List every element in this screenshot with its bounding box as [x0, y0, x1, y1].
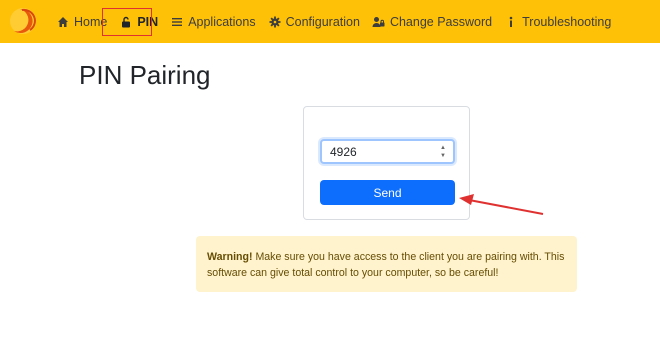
- nav-item-label: Home: [74, 14, 108, 29]
- nav-item-pin[interactable]: PIN: [113, 0, 164, 43]
- warning-alert: Warning! Make sure you have access to th…: [196, 236, 577, 292]
- nav-item-applications[interactable]: Applications: [164, 0, 261, 43]
- pin-form-card: ▲ ▼ Send: [303, 106, 470, 220]
- alert-strong: Warning!: [207, 251, 253, 263]
- page-title: PIN Pairing: [79, 60, 211, 90]
- user-lock-icon: [372, 15, 386, 29]
- pin-input[interactable]: [320, 139, 455, 164]
- nav-item-change-password[interactable]: Change Password: [366, 0, 498, 43]
- list-icon: [170, 15, 184, 29]
- lock-open-icon: [119, 15, 133, 29]
- nav-item-troubleshooting[interactable]: Troubleshooting: [498, 0, 617, 43]
- home-icon: [56, 15, 70, 29]
- gear-icon: [268, 15, 282, 29]
- nav-item-label: PIN: [137, 14, 159, 29]
- chevron-down-icon[interactable]: ▼: [440, 153, 446, 159]
- nav-item-label: Configuration: [285, 14, 360, 29]
- alert-text: Make sure you have access to the client …: [207, 251, 565, 279]
- logo-icon[interactable]: [8, 6, 38, 36]
- nav-item-label: Applications: [188, 14, 256, 29]
- number-spinner[interactable]: ▲ ▼: [439, 145, 447, 159]
- nav-item-label: Troubleshooting: [522, 14, 612, 29]
- annotation-arrow-icon: [459, 194, 544, 215]
- info-icon: [504, 15, 518, 29]
- nav-item-configuration[interactable]: Configuration: [262, 0, 366, 43]
- top-navbar: Home PIN Applications Configuration Chan…: [0, 0, 660, 43]
- chevron-up-icon[interactable]: ▲: [440, 145, 446, 151]
- nav-item-label: Change Password: [389, 14, 493, 29]
- send-button[interactable]: Send: [320, 180, 455, 205]
- nav-item-home[interactable]: Home: [50, 0, 113, 43]
